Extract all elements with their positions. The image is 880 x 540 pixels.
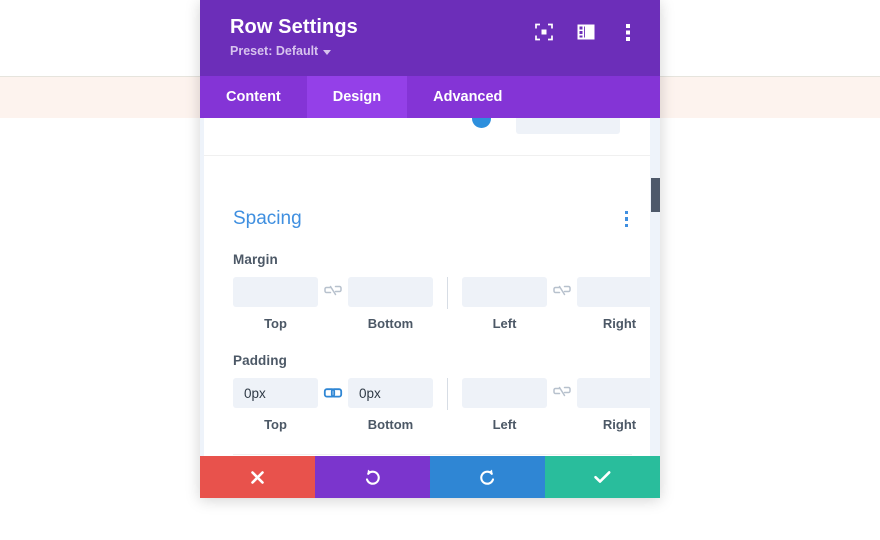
margin-bottom-label: Bottom: [367, 316, 414, 331]
padding-divider: [447, 378, 448, 410]
margin-left-cell: Left: [462, 277, 547, 331]
margin-top-input[interactable]: [233, 277, 318, 307]
margin-right-input[interactable]: [577, 277, 660, 307]
padding-left-input[interactable]: [462, 378, 547, 408]
margin-bottom-input[interactable]: [348, 277, 433, 307]
margin-bottom-cell: Bottom: [348, 277, 433, 331]
margin-top-bottom-pair: Top Bottom: [233, 277, 433, 331]
spacing-section-title[interactable]: Spacing: [233, 208, 302, 230]
kebab-menu-icon[interactable]: [621, 209, 633, 230]
tab-design[interactable]: Design: [306, 76, 408, 118]
margin-divider: [447, 277, 448, 309]
padding-top-cell: Top: [233, 378, 318, 432]
redo-button[interactable]: [430, 456, 545, 498]
margin-top-label: Top: [264, 316, 287, 331]
modal-header-titles: Row Settings Preset: Default: [230, 14, 358, 59]
layout-panel-icon[interactable]: [576, 22, 596, 42]
padding-quad: Top Bottom: [233, 378, 660, 432]
undo-icon: [365, 469, 380, 485]
kebab-menu-icon[interactable]: [618, 22, 638, 42]
padding-label: Padding: [233, 353, 287, 368]
margin-label: Margin: [233, 252, 278, 267]
tab-advanced[interactable]: Advanced: [407, 76, 528, 118]
tab-content[interactable]: Content: [200, 76, 307, 118]
checkmark-icon: [594, 471, 611, 483]
margin-quad: Top Bottom Left Right: [233, 277, 660, 331]
spacing-section-header: Spacing: [233, 184, 632, 252]
padding-right-label: Right: [602, 417, 637, 432]
modal-footer: [200, 456, 660, 498]
scrollbar-track[interactable]: [650, 118, 660, 456]
focus-frame-icon[interactable]: [534, 22, 554, 42]
padding-top-bottom-pair: Top Bottom: [233, 378, 433, 432]
modal-header-icons: [534, 14, 638, 42]
link-broken-icon[interactable]: [547, 277, 577, 307]
margin-top-cell: Top: [233, 277, 318, 331]
undo-button[interactable]: [315, 456, 430, 498]
padding-right-cell: Right: [577, 378, 660, 432]
margin-left-input[interactable]: [462, 277, 547, 307]
modal-tab-bar: Content Design Advanced: [200, 76, 660, 118]
row-settings-modal: Row Settings Preset: Default Content Des…: [200, 0, 660, 498]
chevron-down-icon: [323, 49, 332, 55]
padding-right-input[interactable]: [577, 378, 660, 408]
padding-left-cell: Left: [462, 378, 547, 432]
padding-left-right-pair: Left Right: [462, 378, 660, 432]
margin-right-cell: Right: [577, 277, 660, 331]
page-title: Row Settings: [230, 16, 358, 38]
link-broken-icon[interactable]: [318, 277, 348, 307]
modal-header: Row Settings Preset: Default: [200, 0, 660, 76]
link-connected-icon[interactable]: [318, 378, 348, 408]
padding-bottom-input[interactable]: [348, 378, 433, 408]
slider-handle[interactable]: [472, 118, 491, 128]
padding-field-group: Padding Top: [233, 353, 660, 432]
partial-control-row: [204, 118, 660, 156]
margin-left-right-pair: Left Right: [462, 277, 660, 331]
margin-right-label: Right: [602, 316, 637, 331]
margin-left-label: Left: [492, 316, 517, 331]
preset-label: Preset: Default: [230, 44, 319, 58]
padding-top-label: Top: [264, 417, 287, 432]
padding-left-label: Left: [492, 417, 517, 432]
padding-top-input[interactable]: [233, 378, 318, 408]
scrollbar-thumb[interactable]: [651, 178, 660, 212]
spacing-section: Spacing Margin Top Bottom Left Right Pad…: [204, 184, 660, 455]
margin-field-group: Margin Top Bottom Left Right: [233, 252, 660, 331]
modal-body: Spacing Margin Top Bottom Left Right Pad…: [200, 118, 660, 456]
cancel-button[interactable]: [200, 456, 315, 498]
close-x-icon: [251, 470, 264, 484]
partial-value-input[interactable]: [516, 118, 620, 134]
padding-bottom-cell: Bottom: [348, 378, 433, 432]
link-broken-icon[interactable]: [547, 378, 577, 408]
preset-selector[interactable]: Preset: Default: [230, 44, 358, 59]
save-button[interactable]: [545, 456, 660, 498]
section-divider: [233, 454, 632, 455]
padding-bottom-label: Bottom: [367, 417, 414, 432]
redo-icon: [480, 469, 495, 485]
